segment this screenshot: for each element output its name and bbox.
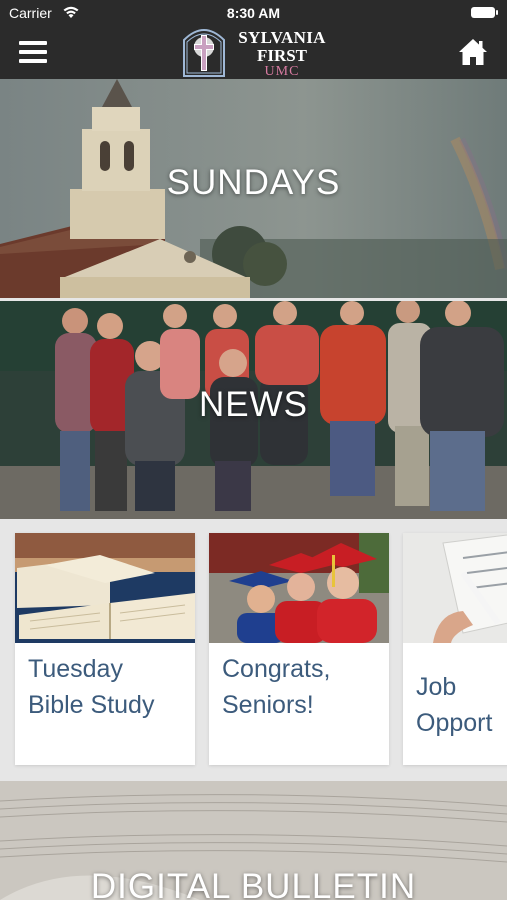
status-bar: Carrier 8:30 AM [0,0,507,26]
church-logo: SYLVANIA FIRST UMC [182,26,332,79]
card-title-line2: Opport [416,709,493,737]
home-icon[interactable] [458,37,488,67]
card-title: Congrats, Seniors! [222,651,383,723]
cross-shield-icon [183,29,225,77]
digital-bulletin-banner[interactable]: DIGITAL BULLETIN [0,781,507,900]
sundays-label: SUNDAYS [166,163,341,202]
app-header: SYLVANIA FIRST UMC [0,26,507,79]
bible-image [15,533,195,643]
card-bible-study[interactable]: Tuesday Bible Study [15,533,195,765]
digital-bulletin-label: DIGITAL BULLETIN [90,867,417,900]
logo-line-2: FIRST [256,46,308,65]
sundays-banner[interactable]: SUNDAYS [0,79,507,298]
card-congrats-seniors[interactable]: Congrats, Seniors! [209,533,389,765]
battery-icon [471,7,498,18]
card-title-line1: Tuesday [28,655,123,683]
card-title-line1: Congrats, [222,655,331,683]
featured-cards-carousel[interactable]: Tuesday Bible Study Congrats, Seniors! J… [0,519,507,781]
card-job-opportunity[interactable]: Job Opport [403,533,507,765]
news-banner[interactable]: NEWS [0,301,507,519]
clock: 8:30 AM [226,5,281,21]
graduates-image [209,533,389,643]
logo-line-1: SYLVANIA [238,28,326,47]
logo-line-3: UMC [264,64,300,79]
news-label: NEWS [199,385,308,424]
card-title-line2: Bible Study [28,691,155,719]
job-form-image [403,533,507,643]
card-title: Job Opport [416,669,507,741]
card-title: Tuesday Bible Study [28,651,189,723]
card-title-line2: Seniors! [222,691,314,719]
card-title-line1: Job [416,673,457,701]
menu-icon[interactable] [19,41,47,63]
